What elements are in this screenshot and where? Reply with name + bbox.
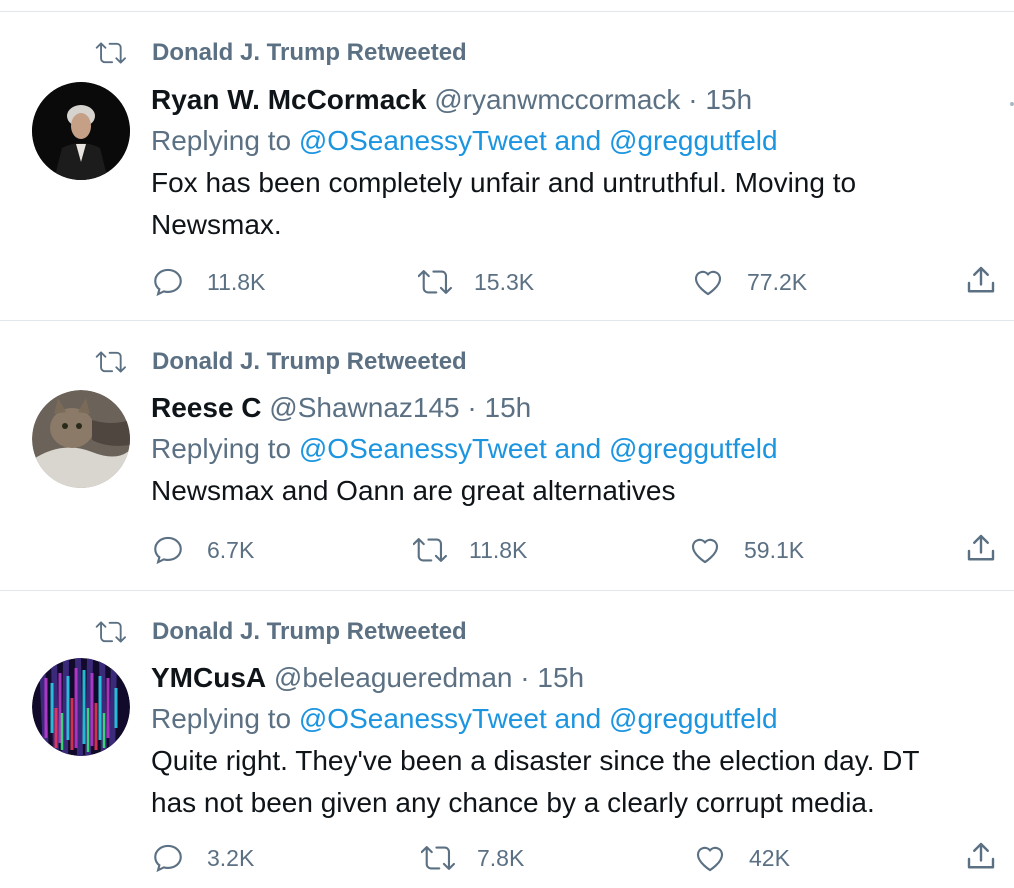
reply-count: 6.7K	[207, 536, 255, 563]
avatar[interactable]	[32, 658, 130, 756]
replying-prefix: Replying to	[151, 125, 292, 156]
like-count: 77.2K	[747, 268, 808, 295]
tweet-actions: 3.2K 7.8K 42K	[151, 838, 1011, 878]
timestamp[interactable]: 15h	[537, 662, 584, 693]
share-icon	[967, 842, 995, 869]
timestamp[interactable]: 15h	[705, 84, 752, 115]
mention-link[interactable]: @OSeanessyTweet	[299, 125, 547, 156]
reply-icon	[154, 268, 182, 297]
like-count: 59.1K	[744, 536, 805, 563]
retweet-icon	[413, 538, 447, 562]
retweet-count: 7.8K	[477, 844, 525, 871]
heart-icon	[691, 538, 719, 564]
retweet-icon	[95, 351, 126, 373]
more-options-dot[interactable]	[1010, 102, 1014, 106]
tweet-1[interactable]: Donald J. Trump Retweeted Ryan W. McCorm…	[0, 30, 1014, 320]
tweet-3[interactable]: Donald J. Trump Retweeted YMCusA @beleag…	[0, 610, 1014, 888]
reply-icon	[154, 844, 182, 873]
tweet-actions: 6.7K 11.8K 59.1K	[151, 530, 1011, 570]
tweet-content: YMCusA @beleagueredman · 15h Replying to…	[151, 658, 994, 824]
retweet-button[interactable]: 15.3K	[418, 262, 534, 302]
separator-dot: ·	[520, 662, 530, 693]
replying-to: Replying to @OSeanessyTweet and @greggut…	[151, 428, 994, 470]
retweet-context: Donald J. Trump Retweeted	[90, 33, 467, 73]
retweeted-by-label[interactable]: Donald J. Trump Retweeted	[152, 617, 467, 647]
reply-button[interactable]: 11.8K	[151, 262, 265, 302]
tweet-content: Ryan W. McCormack @ryanwmccormack · 15h …	[151, 80, 994, 246]
timestamp[interactable]: 15h	[485, 392, 532, 423]
reply-button[interactable]: 6.7K	[151, 530, 254, 570]
like-count: 42K	[749, 844, 790, 871]
heart-icon	[696, 846, 724, 872]
retweet-icon	[95, 42, 126, 64]
reply-icon	[154, 536, 182, 565]
user-handle[interactable]: @ryanwmccormack	[434, 84, 680, 115]
tweet-actions: 11.8K 15.3K 77.2K	[151, 262, 1011, 302]
share-icon	[967, 266, 995, 293]
share-button[interactable]	[963, 838, 999, 879]
like-button[interactable]: 42K	[693, 838, 790, 878]
top-divider	[0, 11, 1014, 12]
mention-link[interactable]: @OSeanessyTweet	[299, 433, 547, 464]
tweet-header: Reese C @Shawnaz145 · 15h	[151, 388, 994, 428]
separator-dot: ·	[688, 84, 698, 115]
display-name[interactable]: YMCusA	[151, 662, 266, 693]
retweet-icon	[95, 621, 126, 643]
mention-link[interactable]: @greggutfeld	[609, 433, 778, 464]
retweeted-by-label[interactable]: Donald J. Trump Retweeted	[152, 38, 467, 68]
reply-conjunction[interactable]: and	[555, 703, 602, 734]
replying-prefix: Replying to	[151, 703, 292, 734]
retweet-button[interactable]: 7.8K	[421, 838, 524, 878]
mention-link[interactable]: @OSeanessyTweet	[299, 703, 547, 734]
retweet-count: 11.8K	[469, 536, 528, 563]
mention-link[interactable]: @greggutfeld	[609, 703, 778, 734]
like-button[interactable]: 77.2K	[691, 262, 807, 302]
tweet-content: Reese C @Shawnaz145 · 15h Replying to @O…	[151, 388, 994, 512]
avatar[interactable]	[32, 82, 130, 180]
tweet-text: Fox has been completely unfair and untru…	[151, 167, 857, 240]
tweet-text: Newsmax and Oann are great alternatives	[151, 475, 676, 506]
share-button[interactable]	[963, 530, 999, 571]
reply-button[interactable]: 3.2K	[151, 838, 254, 878]
user-handle[interactable]: @Shawnaz145	[269, 392, 459, 423]
separator-dot: ·	[467, 392, 477, 423]
tweet-divider	[0, 320, 1014, 321]
tweet-header: Ryan W. McCormack @ryanwmccormack · 15h	[151, 80, 994, 120]
avatar-image	[32, 82, 130, 180]
retweeted-by-label[interactable]: Donald J. Trump Retweeted	[152, 347, 467, 377]
reply-count: 11.8K	[207, 268, 266, 295]
replying-prefix: Replying to	[151, 433, 292, 464]
reply-count: 3.2K	[207, 844, 255, 871]
replying-to: Replying to @OSeanessyTweet and @greggut…	[151, 120, 994, 162]
tweet-header: YMCusA @beleagueredman · 15h	[151, 658, 994, 698]
heart-icon	[694, 270, 722, 296]
display-name[interactable]: Reese C	[151, 392, 262, 423]
retweet-context: Donald J. Trump Retweeted	[90, 612, 467, 652]
share-button[interactable]	[963, 262, 999, 303]
avatar-image	[32, 390, 130, 488]
avatar[interactable]	[32, 390, 130, 488]
tweet-divider	[0, 590, 1014, 591]
share-icon	[967, 534, 995, 561]
retweet-icon	[421, 846, 455, 870]
retweet-count: 15.3K	[474, 268, 535, 295]
user-handle[interactable]: @beleagueredman	[274, 662, 513, 693]
mention-link[interactable]: @greggutfeld	[609, 125, 778, 156]
like-button[interactable]: 59.1K	[688, 530, 804, 570]
reply-conjunction[interactable]: and	[555, 125, 602, 156]
retweet-context: Donald J. Trump Retweeted	[90, 342, 467, 382]
retweet-button[interactable]: 11.8K	[413, 530, 527, 570]
avatar-image	[32, 658, 130, 756]
display-name[interactable]: Ryan W. McCormack	[151, 84, 426, 115]
tweet-2[interactable]: Donald J. Trump Retweeted Reese C @Shawn…	[0, 340, 1014, 590]
tweet-text: Quite right. They've been a disaster sin…	[151, 745, 919, 818]
retweet-icon	[418, 270, 452, 294]
replying-to: Replying to @OSeanessyTweet and @greggut…	[151, 698, 994, 740]
reply-conjunction[interactable]: and	[555, 433, 602, 464]
